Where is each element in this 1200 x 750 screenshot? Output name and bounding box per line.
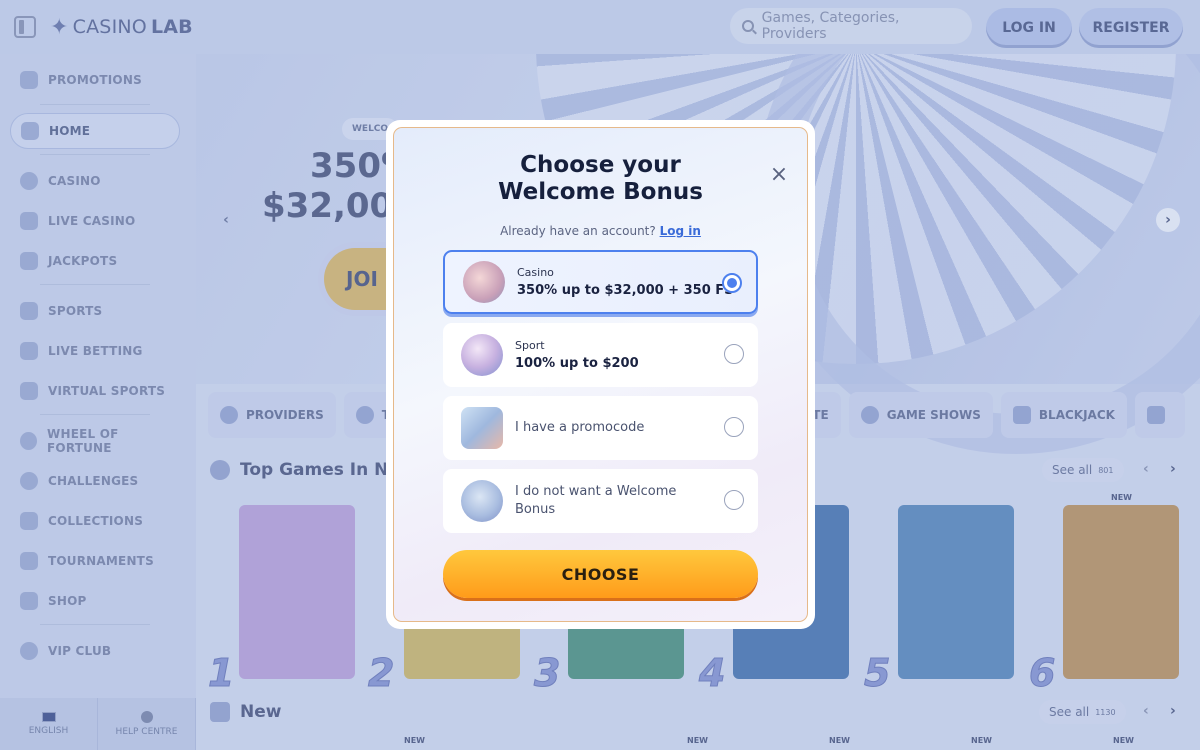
modal-title: Choose your Welcome Bonus bbox=[394, 152, 807, 206]
account-prompt: Already have an account? bbox=[500, 224, 656, 238]
option-text: I have a promocode bbox=[515, 419, 705, 437]
option-label: I do not want a Welcome Bonus bbox=[515, 484, 677, 517]
option-text: Sport 100% up to $200 bbox=[515, 339, 639, 371]
football-icon bbox=[461, 334, 503, 376]
radio-promocode[interactable] bbox=[724, 417, 744, 437]
option-value: 350% up to $32,000 + 350 FS bbox=[517, 283, 734, 298]
tickets-icon bbox=[461, 407, 503, 449]
slot-machine-icon bbox=[463, 261, 505, 303]
choose-button[interactable]: CHOOSE bbox=[443, 550, 758, 598]
modal-title-line-2: Welcome Bonus bbox=[498, 179, 703, 205]
radio-no-bonus[interactable] bbox=[724, 490, 744, 510]
radio-sport[interactable] bbox=[724, 344, 744, 364]
bonus-option-promocode[interactable]: I have a promocode bbox=[443, 396, 758, 460]
option-label: Casino bbox=[517, 266, 554, 279]
option-value: 100% up to $200 bbox=[515, 356, 639, 371]
bonus-option-sport[interactable]: Sport 100% up to $200 bbox=[443, 323, 758, 387]
modal-subtitle: Already have an account? Log in bbox=[394, 224, 807, 238]
modal-title-line-1: Choose your bbox=[520, 152, 681, 178]
modal-panel: Choose your Welcome Bonus × Already have… bbox=[393, 127, 808, 622]
radio-casino[interactable] bbox=[722, 273, 742, 293]
close-icon[interactable]: × bbox=[769, 164, 789, 186]
welcome-bonus-modal: Choose your Welcome Bonus × Already have… bbox=[386, 120, 815, 629]
option-text: I do not want a Welcome Bonus bbox=[515, 483, 705, 519]
bonus-option-casino[interactable]: Casino 350% up to $32,000 + 350 FS bbox=[443, 250, 758, 314]
bonus-option-no-bonus[interactable]: I do not want a Welcome Bonus bbox=[443, 469, 758, 533]
option-label: Sport bbox=[515, 339, 545, 352]
option-text: Casino 350% up to $32,000 + 350 FS bbox=[517, 266, 734, 298]
option-label: I have a promocode bbox=[515, 420, 645, 435]
no-bonus-icon bbox=[461, 480, 503, 522]
login-link[interactable]: Log in bbox=[660, 224, 701, 238]
